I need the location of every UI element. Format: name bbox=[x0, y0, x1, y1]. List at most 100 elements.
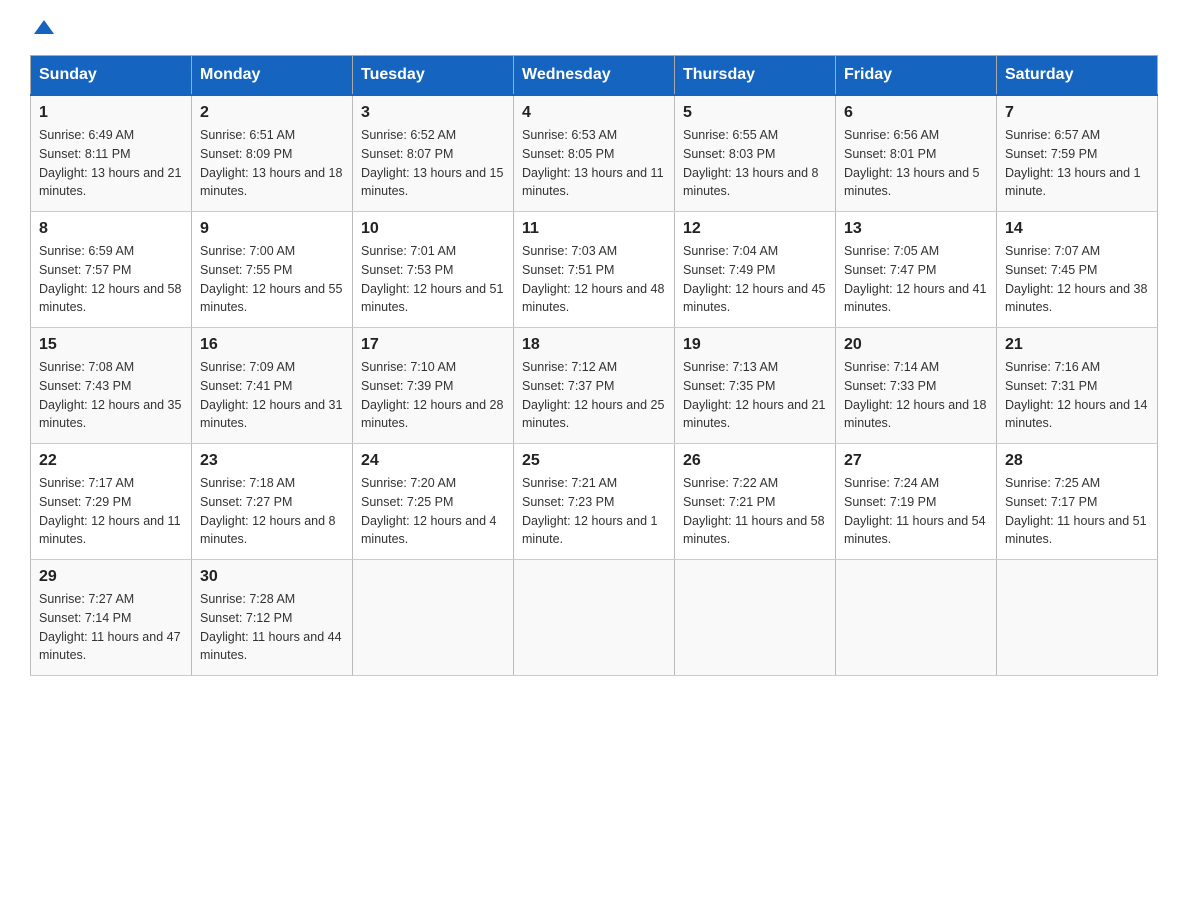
calendar-cell: 13 Sunrise: 7:05 AMSunset: 7:47 PMDayligh… bbox=[836, 212, 997, 328]
day-info: Sunrise: 6:55 AMSunset: 8:03 PMDaylight:… bbox=[683, 126, 827, 201]
day-info: Sunrise: 6:52 AMSunset: 8:07 PMDaylight:… bbox=[361, 126, 505, 201]
day-info: Sunrise: 7:25 AMSunset: 7:17 PMDaylight:… bbox=[1005, 474, 1149, 549]
day-number: 21 bbox=[1005, 336, 1149, 354]
day-info: Sunrise: 7:28 AMSunset: 7:12 PMDaylight:… bbox=[200, 590, 344, 665]
day-number: 3 bbox=[361, 104, 505, 122]
day-number: 6 bbox=[844, 104, 988, 122]
calendar-week-row: 15 Sunrise: 7:08 AMSunset: 7:43 PMDayligh… bbox=[31, 328, 1158, 444]
day-info: Sunrise: 7:05 AMSunset: 7:47 PMDaylight:… bbox=[844, 242, 988, 317]
calendar-cell: 2 Sunrise: 6:51 AMSunset: 8:09 PMDaylight… bbox=[192, 95, 353, 212]
calendar-cell: 14Sunrise: 7:07 AMSunset: 7:45 PMDayligh… bbox=[997, 212, 1158, 328]
day-number: 30 bbox=[200, 568, 344, 586]
day-info: Sunrise: 7:08 AMSunset: 7:43 PMDaylight:… bbox=[39, 358, 183, 433]
weekday-header-sunday: Sunday bbox=[31, 56, 192, 96]
day-number: 7 bbox=[1005, 104, 1149, 122]
calendar-cell: 4 Sunrise: 6:53 AMSunset: 8:05 PMDaylight… bbox=[514, 95, 675, 212]
calendar-cell: 5 Sunrise: 6:55 AMSunset: 8:03 PMDaylight… bbox=[675, 95, 836, 212]
day-info: Sunrise: 7:18 AMSunset: 7:27 PMDaylight:… bbox=[200, 474, 344, 549]
day-info: Sunrise: 7:00 AMSunset: 7:55 PMDaylight:… bbox=[200, 242, 344, 317]
day-number: 27 bbox=[844, 452, 988, 470]
calendar-cell: 3 Sunrise: 6:52 AMSunset: 8:07 PMDaylight… bbox=[353, 95, 514, 212]
calendar-cell bbox=[836, 560, 997, 676]
calendar-week-row: 1 Sunrise: 6:49 AMSunset: 8:11 PMDaylight… bbox=[31, 95, 1158, 212]
calendar-cell: 19Sunrise: 7:13 AMSunset: 7:35 PMDayligh… bbox=[675, 328, 836, 444]
day-number: 12 bbox=[683, 220, 827, 238]
day-number: 20 bbox=[844, 336, 988, 354]
calendar-cell: 18Sunrise: 7:12 AMSunset: 7:37 PMDayligh… bbox=[514, 328, 675, 444]
day-info: Sunrise: 7:09 AMSunset: 7:41 PMDaylight:… bbox=[200, 358, 344, 433]
calendar-cell bbox=[514, 560, 675, 676]
calendar-cell: 21Sunrise: 7:16 AMSunset: 7:31 PMDayligh… bbox=[997, 328, 1158, 444]
calendar-cell: 6 Sunrise: 6:56 AMSunset: 8:01 PMDaylight… bbox=[836, 95, 997, 212]
day-info: Sunrise: 6:59 AMSunset: 7:57 PMDaylight:… bbox=[39, 242, 183, 317]
day-number: 25 bbox=[522, 452, 666, 470]
calendar-cell: 24Sunrise: 7:20 AMSunset: 7:25 PMDayligh… bbox=[353, 444, 514, 560]
day-info: Sunrise: 7:10 AMSunset: 7:39 PMDaylight:… bbox=[361, 358, 505, 433]
day-info: Sunrise: 6:53 AMSunset: 8:05 PMDaylight:… bbox=[522, 126, 666, 201]
day-number: 26 bbox=[683, 452, 827, 470]
day-number: 29 bbox=[39, 568, 183, 586]
calendar-cell: 23 Sunrise: 7:18 AMSunset: 7:27 PMDayligh… bbox=[192, 444, 353, 560]
day-number: 13 bbox=[844, 220, 988, 238]
day-number: 9 bbox=[200, 220, 344, 238]
calendar-cell: 27 Sunrise: 7:24 AMSunset: 7:19 PMDayligh… bbox=[836, 444, 997, 560]
day-info: Sunrise: 7:12 AMSunset: 7:37 PMDaylight:… bbox=[522, 358, 666, 433]
calendar-cell: 8 Sunrise: 6:59 AMSunset: 7:57 PMDaylight… bbox=[31, 212, 192, 328]
calendar-cell bbox=[353, 560, 514, 676]
calendar-cell: 10Sunrise: 7:01 AMSunset: 7:53 PMDayligh… bbox=[353, 212, 514, 328]
day-number: 22 bbox=[39, 452, 183, 470]
day-info: Sunrise: 6:49 AMSunset: 8:11 PMDaylight:… bbox=[39, 126, 183, 201]
day-number: 15 bbox=[39, 336, 183, 354]
calendar-cell: 9 Sunrise: 7:00 AMSunset: 7:55 PMDaylight… bbox=[192, 212, 353, 328]
weekday-header-row: SundayMondayTuesdayWednesdayThursdayFrid… bbox=[31, 56, 1158, 96]
day-info: Sunrise: 7:13 AMSunset: 7:35 PMDaylight:… bbox=[683, 358, 827, 433]
day-info: Sunrise: 6:56 AMSunset: 8:01 PMDaylight:… bbox=[844, 126, 988, 201]
day-number: 2 bbox=[200, 104, 344, 122]
calendar-cell: 30 Sunrise: 7:28 AMSunset: 7:12 PMDayligh… bbox=[192, 560, 353, 676]
day-info: Sunrise: 7:20 AMSunset: 7:25 PMDaylight:… bbox=[361, 474, 505, 549]
day-number: 8 bbox=[39, 220, 183, 238]
calendar-cell: 16 Sunrise: 7:09 AMSunset: 7:41 PMDayligh… bbox=[192, 328, 353, 444]
calendar-cell: 20 Sunrise: 7:14 AMSunset: 7:33 PMDayligh… bbox=[836, 328, 997, 444]
calendar-cell: 1 Sunrise: 6:49 AMSunset: 8:11 PMDaylight… bbox=[31, 95, 192, 212]
day-info: Sunrise: 7:01 AMSunset: 7:53 PMDaylight:… bbox=[361, 242, 505, 317]
calendar-cell: 11 Sunrise: 7:03 AMSunset: 7:51 PMDayligh… bbox=[514, 212, 675, 328]
weekday-header-tuesday: Tuesday bbox=[353, 56, 514, 96]
day-info: Sunrise: 6:51 AMSunset: 8:09 PMDaylight:… bbox=[200, 126, 344, 201]
calendar-cell: 29 Sunrise: 7:27 AMSunset: 7:14 PMDayligh… bbox=[31, 560, 192, 676]
day-number: 5 bbox=[683, 104, 827, 122]
calendar-cell: 12 Sunrise: 7:04 AMSunset: 7:49 PMDayligh… bbox=[675, 212, 836, 328]
calendar-cell: 26 Sunrise: 7:22 AMSunset: 7:21 PMDayligh… bbox=[675, 444, 836, 560]
day-info: Sunrise: 7:24 AMSunset: 7:19 PMDaylight:… bbox=[844, 474, 988, 549]
day-number: 16 bbox=[200, 336, 344, 354]
day-number: 17 bbox=[361, 336, 505, 354]
calendar-cell: 17 Sunrise: 7:10 AMSunset: 7:39 PMDayligh… bbox=[353, 328, 514, 444]
calendar-cell: 15 Sunrise: 7:08 AMSunset: 7:43 PMDayligh… bbox=[31, 328, 192, 444]
day-info: Sunrise: 7:17 AMSunset: 7:29 PMDaylight:… bbox=[39, 474, 183, 549]
calendar-cell: 25 Sunrise: 7:21 AMSunset: 7:23 PMDayligh… bbox=[514, 444, 675, 560]
calendar-cell: 28 Sunrise: 7:25 AMSunset: 7:17 PMDayligh… bbox=[997, 444, 1158, 560]
weekday-header-saturday: Saturday bbox=[997, 56, 1158, 96]
calendar-table: SundayMondayTuesdayWednesdayThursdayFrid… bbox=[30, 55, 1158, 676]
day-number: 1 bbox=[39, 104, 183, 122]
page-header bbox=[30, 20, 1158, 35]
day-info: Sunrise: 7:03 AMSunset: 7:51 PMDaylight:… bbox=[522, 242, 666, 317]
day-number: 28 bbox=[1005, 452, 1149, 470]
day-number: 23 bbox=[200, 452, 344, 470]
day-info: Sunrise: 7:21 AMSunset: 7:23 PMDaylight:… bbox=[522, 474, 666, 549]
day-info: Sunrise: 7:14 AMSunset: 7:33 PMDaylight:… bbox=[844, 358, 988, 433]
day-number: 11 bbox=[522, 220, 666, 238]
weekday-header-friday: Friday bbox=[836, 56, 997, 96]
day-info: Sunrise: 7:22 AMSunset: 7:21 PMDaylight:… bbox=[683, 474, 827, 549]
calendar-cell bbox=[675, 560, 836, 676]
day-number: 4 bbox=[522, 104, 666, 122]
day-info: Sunrise: 7:04 AMSunset: 7:49 PMDaylight:… bbox=[683, 242, 827, 317]
calendar-week-row: 29 Sunrise: 7:27 AMSunset: 7:14 PMDayligh… bbox=[31, 560, 1158, 676]
calendar-week-row: 22 Sunrise: 7:17 AMSunset: 7:29 PMDayligh… bbox=[31, 444, 1158, 560]
weekday-header-thursday: Thursday bbox=[675, 56, 836, 96]
calendar-cell bbox=[997, 560, 1158, 676]
calendar-cell: 22 Sunrise: 7:17 AMSunset: 7:29 PMDayligh… bbox=[31, 444, 192, 560]
day-info: Sunrise: 7:27 AMSunset: 7:14 PMDaylight:… bbox=[39, 590, 183, 665]
day-number: 14 bbox=[1005, 220, 1149, 238]
weekday-header-monday: Monday bbox=[192, 56, 353, 96]
